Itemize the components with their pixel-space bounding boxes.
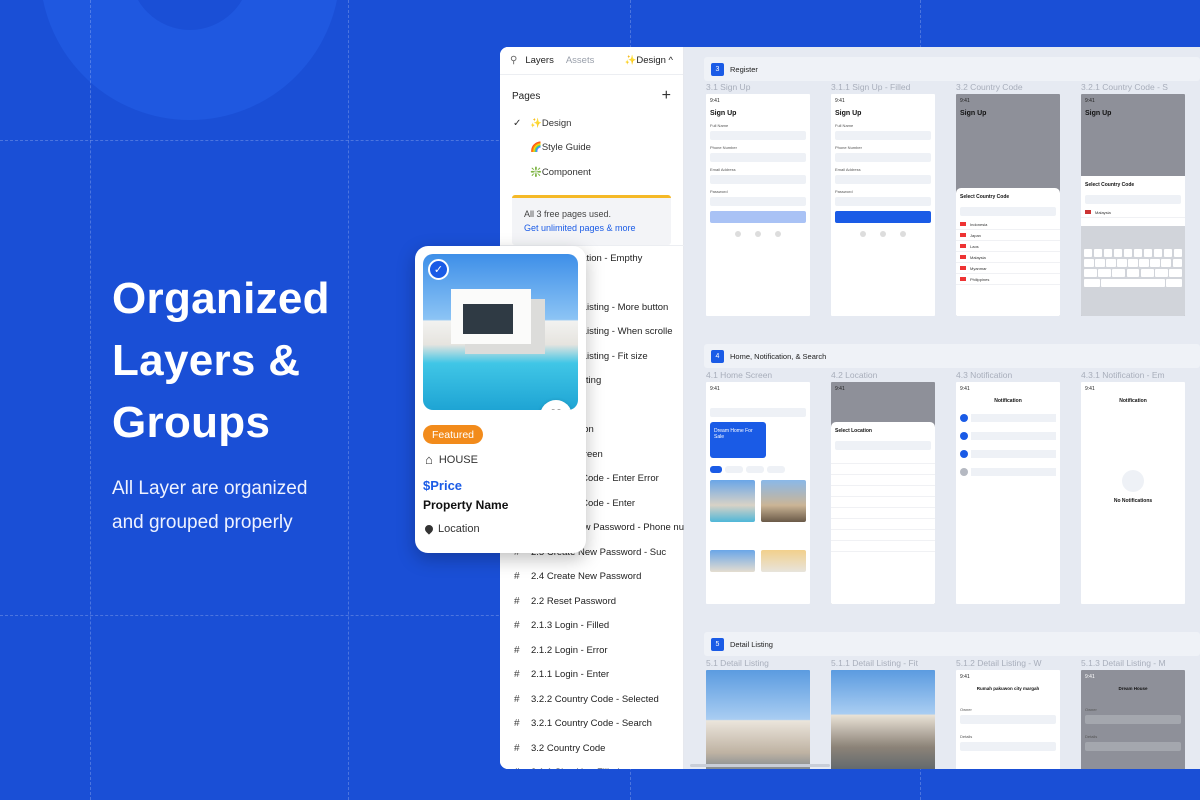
frame-notification-empty[interactable]: 9:41 Notification No Notifications bbox=[1081, 382, 1185, 604]
bell-icon bbox=[1122, 470, 1144, 492]
property-photo: ♡ bbox=[423, 254, 578, 410]
frame-label[interactable]: 5.1.3 Detail Listing - M bbox=[1081, 658, 1185, 668]
layer-row[interactable]: #3.1.1 Sign Up - Filled bbox=[500, 761, 684, 769]
pages-list: ✓ ✨Design 🌈Style Guide ❇️Component bbox=[500, 111, 683, 185]
frame-label[interactable]: 3.2 Country Code bbox=[956, 82, 1060, 92]
frame-icon: # bbox=[514, 595, 520, 607]
layer-row[interactable]: #2.2 Reset Password bbox=[500, 589, 684, 614]
frame-label[interactable]: 3.2.1 Country Code - S bbox=[1081, 82, 1185, 92]
layer-row[interactable]: #3.2.2 Country Code - Selected bbox=[500, 687, 684, 712]
property-location: Location bbox=[423, 523, 480, 535]
frame-label[interactable]: 5.1 Detail Listing bbox=[706, 658, 810, 668]
layer-row[interactable]: #2.1.2 Login - Error bbox=[500, 638, 684, 663]
frame-icon: # bbox=[514, 571, 520, 583]
frame-location[interactable]: 9:41 Select Location bbox=[831, 382, 935, 604]
frame-detail-listing[interactable] bbox=[706, 670, 810, 769]
frame-label[interactable]: 4.1 Home Screen bbox=[706, 370, 810, 380]
frame-label[interactable]: 5.1.2 Detail Listing - W bbox=[956, 658, 1060, 668]
page-item[interactable]: ✓ ✨Design bbox=[500, 111, 683, 136]
design-canvas[interactable]: 3 Register 3.1 Sign Up 3.1.1 Sign Up - F… bbox=[684, 47, 1200, 769]
frame-label[interactable]: 4.3.1 Notification - Em bbox=[1081, 370, 1185, 380]
frame-home-screen[interactable]: 9:41 Dream Home For Sale bbox=[706, 382, 810, 604]
frame-icon: # bbox=[514, 644, 520, 656]
page-item[interactable]: 🌈Style Guide bbox=[500, 136, 683, 161]
frame-country-code[interactable]: 9:41 Sign Up Select Country Code Indones… bbox=[956, 94, 1060, 316]
upgrade-text: All 3 free pages used. bbox=[524, 208, 612, 219]
frame-icon: # bbox=[514, 742, 520, 754]
page-item[interactable]: ❇️Component bbox=[500, 160, 683, 185]
page-switcher[interactable]: ✨Design ^ bbox=[625, 55, 674, 66]
layer-row[interactable]: #2.1.1 Login - Enter bbox=[500, 663, 684, 688]
section-header-home[interactable]: 4 Home, Notification, & Search bbox=[704, 344, 1200, 368]
frame-label[interactable]: 3.1.1 Sign Up - Filled bbox=[831, 82, 935, 92]
layer-row[interactable]: #2.1.3 Login - Filled bbox=[500, 614, 684, 639]
frame-label[interactable]: 4.2 Location bbox=[831, 370, 935, 380]
frame-icon: # bbox=[514, 669, 520, 681]
hero: Organized Layers & Groups All Layer are … bbox=[112, 268, 412, 540]
hero-subtitle: All Layer are organized and grouped prop… bbox=[112, 478, 308, 533]
canvas-scrollbar[interactable] bbox=[690, 764, 830, 767]
property-price: $Price bbox=[423, 478, 463, 493]
frame-detail-listing-fit[interactable] bbox=[831, 670, 935, 769]
upgrade-link[interactable]: Get unlimited pages & more bbox=[524, 221, 659, 235]
house-photo bbox=[831, 670, 935, 769]
hero-title: Organized Layers & Groups bbox=[112, 274, 330, 447]
frame-sign-up-filled[interactable]: 9:41 Sign Up Full Name Phone Number Emai… bbox=[831, 94, 935, 316]
frame-icon: # bbox=[514, 693, 520, 705]
check-icon: ✓ bbox=[513, 117, 522, 129]
frame-icon: # bbox=[514, 718, 520, 730]
upgrade-banner: All 3 free pages used. Get unlimited pag… bbox=[512, 194, 671, 245]
frame-detail-listing-more[interactable]: 9:41 Dream House Owner Details bbox=[1081, 670, 1185, 769]
property-card[interactable]: ♡ Featured ⌂ HOUSE $Price Property Name … bbox=[415, 246, 586, 553]
section-header-register[interactable]: 3 Register bbox=[704, 57, 1200, 81]
section-header-detail[interactable]: 5 Detail Listing bbox=[704, 632, 1200, 656]
layer-row[interactable]: #2.4 Create New Password bbox=[500, 565, 684, 590]
tab-layers[interactable]: Layers bbox=[525, 55, 554, 66]
frame-notification[interactable]: 9:41 Notification bbox=[956, 382, 1060, 604]
editor-window: ⚲ Layers Assets ✨Design ^ Pages + ✓ ✨Desi… bbox=[500, 47, 1200, 769]
property-type: ⌂ HOUSE bbox=[425, 452, 478, 467]
house-icon: ⌂ bbox=[425, 452, 433, 467]
heart-icon[interactable]: ♡ bbox=[540, 400, 572, 410]
frame-sign-up[interactable]: 9:41 Sign Up Full Name Phone Number Emai… bbox=[706, 94, 810, 316]
background-circle bbox=[40, 0, 340, 120]
layer-row[interactable]: #3.2 Country Code bbox=[500, 736, 684, 761]
layer-row[interactable]: #3.2.1 Country Code - Search bbox=[500, 712, 684, 737]
add-page-icon[interactable]: + bbox=[662, 87, 671, 105]
frame-detail-listing-scrolled[interactable]: 9:41 Rumah pakuwon city margah Owner Det… bbox=[956, 670, 1060, 769]
featured-badge: Featured bbox=[423, 425, 484, 444]
frame-icon: # bbox=[514, 620, 520, 632]
location-pin-icon bbox=[423, 523, 435, 535]
frame-icon: # bbox=[514, 767, 531, 769]
frame-label[interactable]: 3.1 Sign Up bbox=[706, 82, 810, 92]
layers-toolbar: ⚲ Layers Assets ✨Design ^ bbox=[500, 47, 683, 75]
pages-label: Pages bbox=[512, 90, 541, 102]
property-name: Property Name bbox=[423, 498, 509, 512]
pages-header: Pages + bbox=[500, 75, 683, 111]
checkmark-icon: ✓ bbox=[428, 259, 449, 280]
guide-line bbox=[90, 0, 91, 800]
frame-country-code-search[interactable]: 9:41 Sign Up Select Country Code Malaysi… bbox=[1081, 94, 1185, 316]
tab-assets[interactable]: Assets bbox=[566, 55, 595, 66]
search-icon[interactable]: ⚲ bbox=[510, 55, 517, 66]
house-photo bbox=[706, 670, 810, 769]
frame-label[interactable]: 5.1.1 Detail Listing - Fit bbox=[831, 658, 935, 668]
frame-label[interactable]: 4.3 Notification bbox=[956, 370, 1060, 380]
